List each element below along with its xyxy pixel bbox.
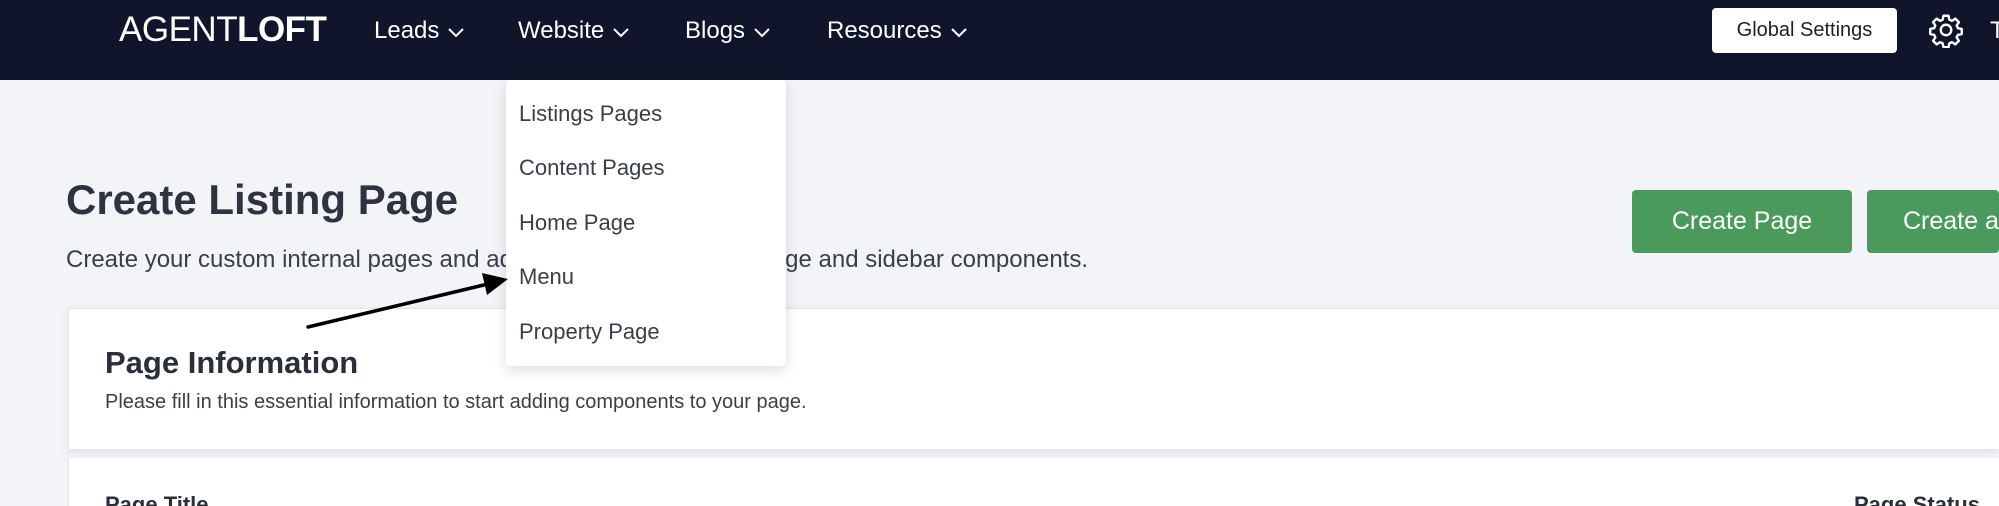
nav-item-blogs[interactable]: Blogs	[685, 14, 771, 48]
card-description: Please fill in this essential informatio…	[105, 391, 807, 413]
chevron-down-icon	[612, 15, 630, 49]
card-title: Page Information	[105, 345, 359, 380]
nav-item-label: Website	[518, 17, 605, 44]
top-navigation-bar: AGENTLOFT Leads Website Blogs Resources …	[0, 0, 1999, 80]
menu-item-listings-pages[interactable]: Listings Pages	[519, 96, 662, 132]
chevron-down-icon	[753, 15, 771, 49]
page-title: Create Listing Page	[66, 176, 459, 223]
page-title-label: Page Title	[105, 492, 209, 506]
global-settings-button[interactable]: Global Settings	[1712, 8, 1897, 53]
menu-item-content-pages[interactable]: Content Pages	[519, 150, 665, 186]
menu-item-property-page[interactable]: Property Page	[519, 314, 660, 350]
nav-item-website[interactable]: Website	[518, 14, 630, 48]
page-information-card: Page Information Please fill in this ess…	[68, 308, 1999, 450]
logo-text-bold: LOFT	[237, 10, 327, 49]
agentloft-logo[interactable]: AGENTLOFT	[119, 10, 327, 50]
create-page-button[interactable]: Create Page	[1632, 190, 1852, 253]
nav-item-cut-off[interactable]: T	[1990, 14, 1999, 48]
chevron-down-icon	[950, 15, 968, 49]
nav-item-leads[interactable]: Leads	[374, 14, 465, 48]
gear-icon[interactable]	[1928, 12, 1964, 49]
website-dropdown-menu: Listings Pages Content Pages Home Page M…	[506, 80, 786, 366]
create-other-button[interactable]: Create a	[1867, 190, 1999, 253]
page-form-section: Page Title Page Status	[68, 458, 1999, 506]
nav-item-label: Leads	[374, 17, 440, 44]
nav-item-label: Resources	[827, 17, 942, 44]
nav-item-resources[interactable]: Resources	[827, 14, 968, 48]
logo-text-light: AGENT	[119, 10, 238, 49]
nav-item-label: Blogs	[685, 17, 746, 44]
menu-item-menu[interactable]: Menu	[519, 259, 574, 295]
chevron-down-icon	[447, 15, 465, 49]
menu-item-home-page[interactable]: Home Page	[519, 205, 635, 241]
page-status-label: Page Status	[1854, 492, 1980, 506]
